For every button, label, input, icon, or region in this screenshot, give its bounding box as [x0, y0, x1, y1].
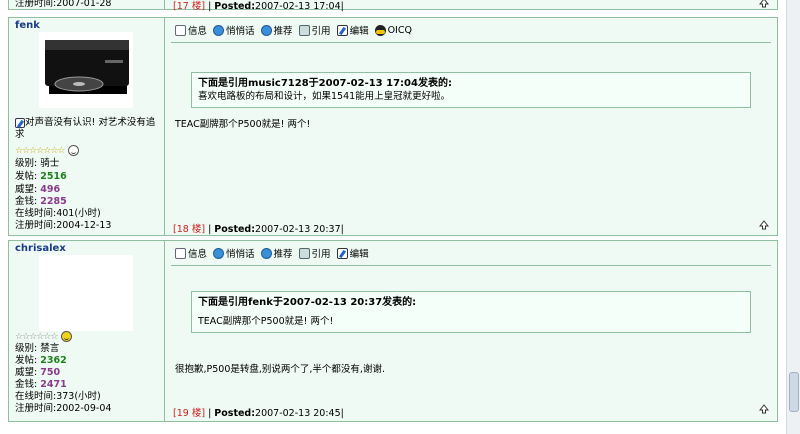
post-footer: [18 楼] | Posted:2007-02-13 20:37| [173, 224, 344, 235]
quote-block: 下面是引用fenk于2007-02-13 20:37发表的: TEAC副牌那个P… [191, 291, 751, 333]
author-name[interactable]: fenk [15, 20, 40, 31]
user-post-count: 发帖: 2362 [15, 355, 67, 366]
info-button[interactable]: 信息 [175, 23, 207, 37]
quote-title: 下面是引用music7128于2007-02-13 17:04发表的: [198, 78, 452, 89]
document-icon [175, 247, 186, 259]
avatar [39, 32, 133, 108]
message-icon [213, 24, 225, 36]
posted-label: Posted: [214, 224, 256, 235]
user-post-count: 发帖: 2516 [15, 171, 67, 182]
divider [171, 42, 771, 43]
posted-label: Posted: [214, 1, 256, 12]
avatar [39, 255, 133, 331]
rank-stars: ☆☆☆☆☆☆ [15, 331, 73, 342]
floor-number: [18 楼] [173, 224, 206, 235]
penguin-icon [374, 24, 386, 36]
user-level: 级别: 禁言 [15, 343, 60, 354]
whisper-button[interactable]: 悄悄话 [213, 246, 255, 260]
recommend-button[interactable]: 推荐 [260, 23, 293, 37]
recommend-icon [260, 247, 272, 259]
edit-button[interactable]: 编辑 [336, 246, 369, 260]
whisper-button[interactable]: 悄悄话 [213, 23, 255, 37]
posted-label: Posted: [214, 408, 256, 419]
pencil-icon [15, 117, 25, 128]
quote-button[interactable]: 引用 [298, 246, 331, 260]
post-footer: [17 楼] | Posted:2007-02-13 17:04| [173, 1, 344, 12]
smiley-icon [68, 145, 80, 156]
quote-body: 喜欢电路板的布局和设计，如果1541能用上皇冠就更好啦。 [198, 91, 451, 102]
user-online-time: 在线时间:401(小时) [15, 208, 101, 219]
post-footer: [19 楼] | Posted:2007-02-13 20:45| [173, 408, 344, 419]
user-registered: 注册时间:2004-12-13 [15, 220, 112, 231]
author-panel: chrisalex ☆☆☆☆☆☆ 级别: 禁言 发帖: 2362 威望: 750… [9, 241, 165, 421]
registered-date: 注册时间:2007-01-28 [15, 0, 112, 9]
post-body: TEAC副牌那个P500就是! 两个! [175, 119, 311, 130]
posted-time: 2007-02-13 20:37| [255, 224, 344, 235]
quote-body: TEAC副牌那个P500就是! 两个! [198, 316, 334, 327]
author-panel: fenk 对声音没有认识! 对艺术没有追求 ☆☆☆☆☆☆☆ 级别: 骑士 发帖:… [9, 18, 165, 235]
document-icon [175, 24, 186, 36]
recommend-button[interactable]: 推荐 [260, 246, 293, 260]
post-content: 信息 悄悄话 推荐 引用 编辑 OICQ 下面是引用music7128于2007… [165, 18, 777, 235]
post-toolbar: 信息 悄悄话 推荐 引用 编辑 OICQ [175, 22, 412, 38]
post-content: [17 楼] | Posted:2007-02-13 17:04| [165, 0, 777, 12]
rank-stars: ☆☆☆☆☆☆☆ [15, 145, 80, 156]
author-name[interactable]: chrisalex [15, 243, 66, 254]
recommend-icon [260, 24, 272, 36]
quote-icon [298, 24, 310, 36]
smiley-icon [61, 331, 73, 342]
user-money: 金钱: 2285 [15, 196, 67, 207]
user-prestige: 威望: 496 [15, 184, 61, 195]
posted-time: 2007-02-13 20:45| [255, 408, 344, 419]
vertical-scrollbar[interactable] [786, 0, 800, 434]
user-level: 级别: 骑士 [15, 158, 60, 169]
post-toolbar: 信息 悄悄话 推荐 引用 编辑 [175, 245, 369, 261]
user-prestige: 威望: 750 [15, 367, 61, 378]
post-body: 很抱歉,P500是转盘,别说两个了,半个都没有,谢谢. [175, 364, 385, 375]
scrollbar-thumb[interactable] [789, 372, 799, 412]
post-18: fenk 对声音没有认识! 对艺术没有追求 ☆☆☆☆☆☆☆ 级别: 骑士 发帖:… [8, 17, 778, 236]
floor-number: [19 楼] [173, 408, 206, 419]
user-money: 金钱: 2471 [15, 379, 67, 390]
back-to-top-icon[interactable] [759, 220, 769, 230]
posted-time: 2007-02-13 17:04| [255, 1, 344, 12]
quote-icon [298, 247, 310, 259]
message-icon [213, 247, 225, 259]
edit-icon [336, 24, 348, 36]
quote-button[interactable]: 引用 [298, 23, 331, 37]
info-button[interactable]: 信息 [175, 246, 207, 260]
edit-icon [336, 247, 348, 259]
post-17: 注册时间:2007-01-28 [17 楼] | Posted:2007-02-… [8, 0, 778, 12]
floor-number: [17 楼] [173, 1, 206, 12]
user-registered: 注册时间:2002-09-04 [15, 403, 112, 414]
back-to-top-icon[interactable] [759, 0, 769, 8]
author-panel: 注册时间:2007-01-28 [9, 0, 165, 9]
oicq-button[interactable]: OICQ [374, 24, 412, 36]
quote-block: 下面是引用music7128于2007-02-13 17:04发表的: 喜欢电路… [191, 72, 751, 108]
divider [171, 265, 771, 266]
edit-button[interactable]: 编辑 [336, 23, 369, 37]
post-content: 信息 悄悄话 推荐 引用 编辑 下面是引用fenk于2007-02-13 20:… [165, 241, 777, 421]
post-19: chrisalex ☆☆☆☆☆☆ 级别: 禁言 发帖: 2362 威望: 750… [8, 240, 778, 422]
user-signature: 对声音没有认识! 对艺术没有追求 [15, 117, 156, 140]
user-online-time: 在线时间:373(小时) [15, 391, 101, 402]
back-to-top-icon[interactable] [759, 404, 769, 414]
quote-title: 下面是引用fenk于2007-02-13 20:37发表的: [198, 297, 417, 308]
